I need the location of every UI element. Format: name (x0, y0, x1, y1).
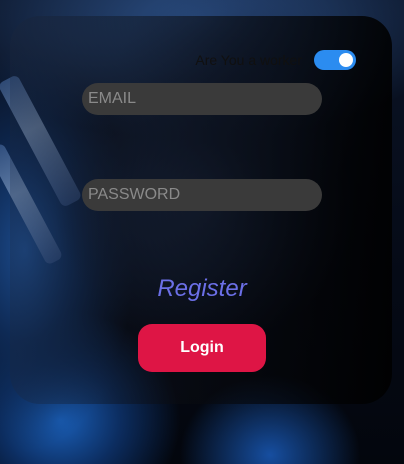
register-link[interactable]: Register (0, 275, 404, 303)
email-field[interactable] (82, 83, 322, 115)
worker-toggle-row: Are You a worker (195, 50, 356, 70)
worker-toggle-switch[interactable] (314, 50, 356, 70)
password-field[interactable] (82, 179, 322, 211)
login-button[interactable]: Login (138, 324, 266, 372)
worker-toggle-label: Are You a worker (195, 52, 302, 68)
toggle-knob (339, 53, 353, 67)
